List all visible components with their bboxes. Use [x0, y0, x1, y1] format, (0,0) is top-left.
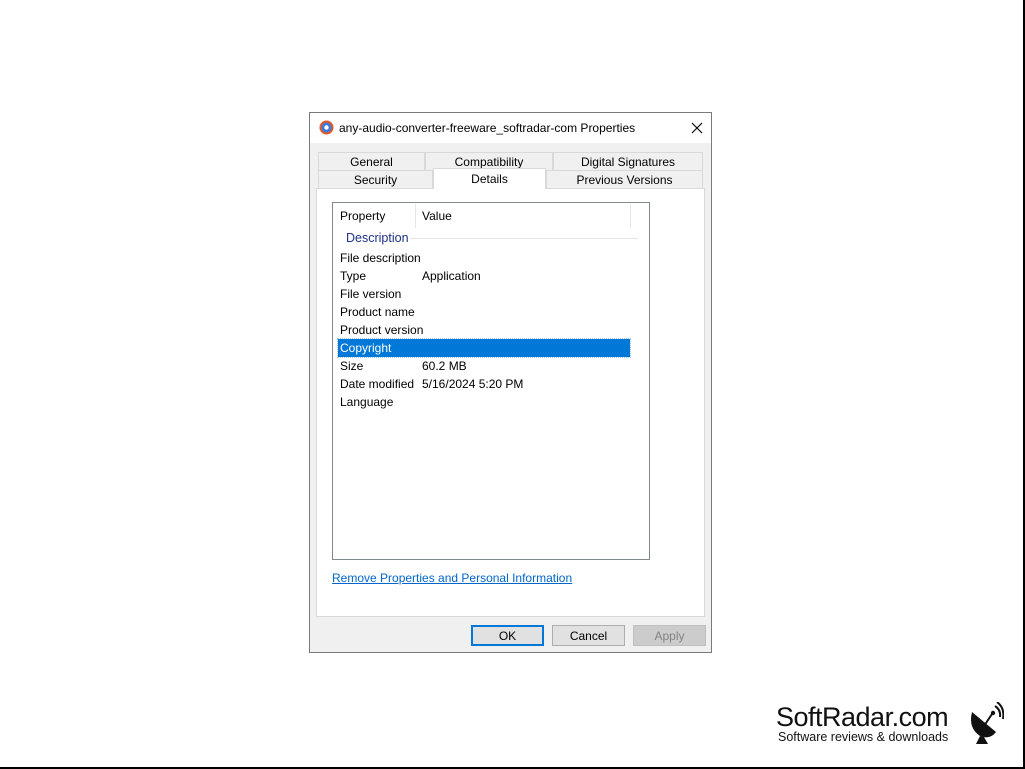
table-row-selected[interactable]: Copyright	[337, 338, 631, 358]
table-row[interactable]: File description	[338, 249, 630, 267]
cancel-button[interactable]: Cancel	[552, 625, 625, 646]
table-row[interactable]: Type Application	[338, 267, 630, 285]
tab-security[interactable]: Security	[318, 170, 433, 188]
tab-details[interactable]: Details	[433, 168, 546, 189]
close-icon	[691, 122, 703, 134]
app-icon	[319, 120, 334, 135]
watermark-name: SoftRadar.com	[776, 702, 949, 732]
column-divider[interactable]	[415, 204, 416, 228]
window-title: any-audio-converter-freeware_softradar-c…	[339, 121, 636, 135]
title-bar[interactable]: any-audio-converter-freeware_softradar-c…	[310, 113, 711, 143]
column-header-property[interactable]: Property	[340, 203, 415, 229]
remove-properties-link[interactable]: Remove Properties and Personal Informati…	[332, 571, 572, 585]
column-divider[interactable]	[630, 204, 631, 228]
group-header-description: Description	[346, 231, 409, 245]
watermark-tagline: Software reviews & downloads	[778, 730, 949, 744]
ok-button[interactable]: OK	[471, 625, 544, 646]
apply-button[interactable]: Apply	[633, 625, 706, 646]
details-list[interactable]: Property Value Description File descript…	[332, 202, 650, 560]
tab-digital-signatures[interactable]: Digital Signatures	[553, 152, 703, 170]
table-row[interactable]: Product name	[338, 303, 630, 321]
table-row[interactable]: File version	[338, 285, 630, 303]
details-panel: Property Value Description File descript…	[316, 188, 705, 617]
group-divider	[410, 238, 638, 239]
properties-dialog: any-audio-converter-freeware_softradar-c…	[309, 112, 712, 653]
tab-previous-versions[interactable]: Previous Versions	[546, 170, 703, 188]
table-row[interactable]: Date modified 5/16/2024 5:20 PM	[338, 375, 630, 393]
satellite-dish-icon	[971, 702, 1004, 744]
table-row[interactable]: Language	[338, 393, 630, 411]
table-row[interactable]: Product version	[338, 321, 630, 339]
tab-general[interactable]: General	[318, 152, 425, 170]
close-button[interactable]	[682, 113, 712, 143]
column-header-value[interactable]: Value	[422, 203, 622, 229]
softradar-watermark: SoftRadar.com Software reviews & downloa…	[776, 702, 1016, 748]
table-row[interactable]: Size 60.2 MB	[338, 357, 630, 375]
